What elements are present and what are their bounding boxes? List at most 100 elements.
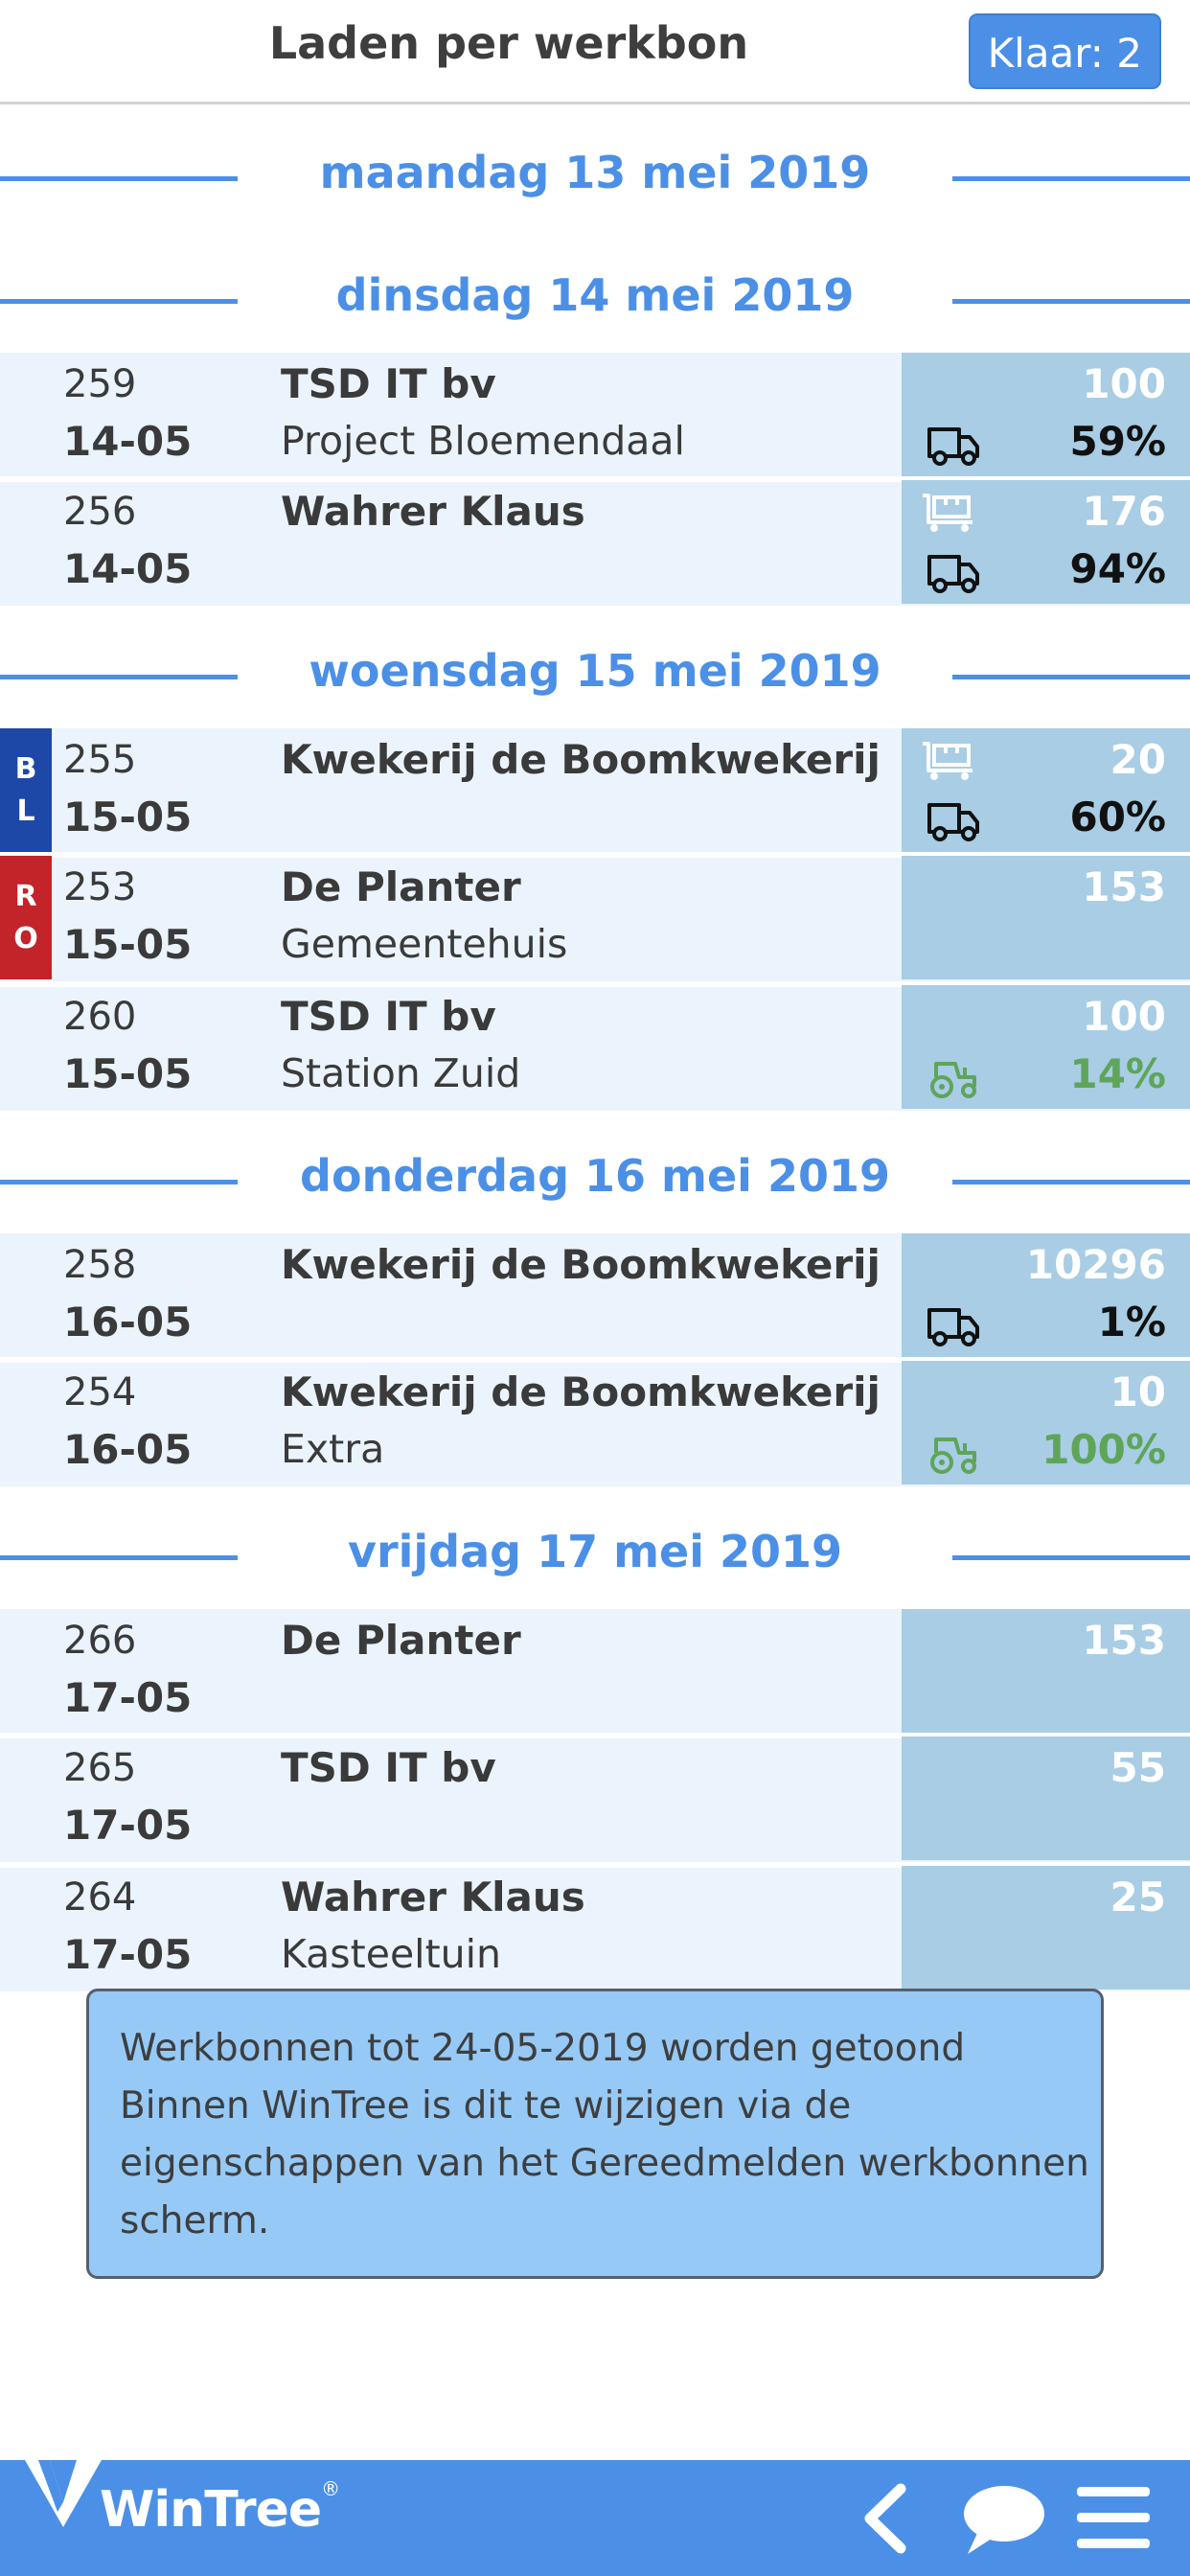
order-date: 17-05 [63,1931,193,1978]
project-name: Kasteeltuin [281,1931,502,1977]
order-number: 259 [63,362,137,406]
load-status-panel: 55 [902,1736,1190,1860]
order-number: 254 [63,1370,137,1414]
order-date: 14-05 [63,545,193,592]
order-row[interactable]: 264 17-05 Wahrer Klaus Kasteeltuin 25 [0,1862,1190,1991]
order-row-inner: 266 17-05 De Planter 153 [0,1609,1190,1733]
quantity: 10 [1110,1368,1166,1415]
order-row-inner: B L 255 15-05 Kwekerij de Boomkwekerij 20 60% [0,728,1190,852]
load-status-panel: 100 14% [902,985,1190,1109]
tag-letter: L [16,794,35,828]
info-line: Werkbonnen tot 24-05-2019 worden getoond [120,2027,966,2070]
load-status-panel: 100 59% [902,353,1190,476]
order-date: 17-05 [63,1674,193,1721]
order-number: 260 [63,995,137,1039]
day-label: woensdag 15 mei 2019 [309,645,881,697]
order-row-inner: 260 15-05 TSD IT bv Station Zuid 100 14% [0,985,1190,1109]
order-row[interactable]: B L 255 15-05 Kwekerij de Boomkwekerij 20 60% [0,728,1190,852]
bottom-bar: WinTree® [0,2460,1190,2576]
quantity: 176 [1082,488,1166,535]
order-date: 17-05 [63,1802,193,1849]
order-number: 258 [63,1243,137,1287]
load-percentage: 94% [1069,545,1166,592]
order-row[interactable]: 258 16-05 Kwekerij de Boomkwekerij 10296 1% [0,1233,1190,1357]
order-number: 255 [63,738,137,782]
quantity: 100 [1082,360,1166,407]
page-title: Laden per werkbon [268,17,749,69]
quantity: 20 [1110,736,1166,783]
truck-icon [927,799,980,841]
order-date: 16-05 [63,1426,193,1473]
quantity: 153 [1082,863,1166,910]
order-row-inner: 265 17-05 TSD IT bv 55 [0,1736,1190,1860]
order-row[interactable]: 254 16-05 Kwekerij de Boomkwekerij Extra 10 1… [0,1357,1190,1486]
truck-icon [927,424,980,466]
cart-icon [921,740,974,782]
wintree-logo-icon [25,2460,102,2527]
order-number: 265 [63,1746,137,1790]
load-status-panel: 25 [902,1866,1190,1990]
day-header: vrijdag 17 mei 2019 [0,1486,1190,1609]
order-row[interactable]: 259 14-05 TSD IT bv Project Bloemendaal 100 5… [0,353,1190,476]
quantity: 100 [1082,993,1166,1040]
client-name: Wahrer Klaus [281,1874,585,1920]
client-name: Wahrer Klaus [281,488,585,535]
day-label: donderdag 16 mei 2019 [300,1150,890,1202]
order-row-inner: 258 16-05 Kwekerij de Boomkwekerij 10296 1% [0,1233,1190,1357]
order-row-inner: 256 14-05 Wahrer Klaus 176 94% [0,480,1190,604]
registered-mark: ® [321,2477,340,2500]
menu-icon[interactable] [1075,2483,1152,2552]
order-row[interactable]: 260 15-05 TSD IT bv Station Zuid 100 14% [0,981,1190,1111]
order-number: 266 [63,1619,137,1663]
order-number: 256 [63,490,137,534]
order-row-inner: 254 16-05 Kwekerij de Boomkwekerij Extra 10 1… [0,1361,1190,1484]
order-row[interactable]: R O 253 15-05 De Planter Gemeentehuis 153 [0,852,1190,981]
day-label: vrijdag 17 mei 2019 [347,1526,843,1577]
top-bar: Laden per werkbon Klaar: 2 [0,0,1190,104]
order-status-tag: RO [0,856,52,979]
load-status-panel: 20 60% [902,728,1190,852]
order-date: 16-05 [63,1299,193,1346]
project-name: Station Zuid [281,1050,521,1096]
day-header: donderdag 16 mei 2019 [0,1111,1190,1233]
project-name: Project Bloemendaal [281,418,685,464]
chat-icon[interactable] [958,2483,1046,2556]
client-name: De Planter [281,1617,521,1664]
order-row[interactable]: 265 17-05 TSD IT bv 55 [0,1733,1190,1862]
order-list: maandag 13 mei 2019 dinsdag 14 mei 2019 25… [0,107,1190,1991]
truck-icon [927,551,980,593]
tag-letter: O [13,921,38,955]
order-date: 14-05 [63,418,193,465]
order-row-inner: 264 17-05 Wahrer Klaus Kasteeltuin 25 [0,1866,1190,1990]
info-message: Werkbonnen tot 24-05-2019 worden getoond… [86,1989,1104,2279]
client-name: TSD IT bv [281,360,496,407]
info-line: scherm. [120,2199,270,2242]
order-date: 15-05 [63,794,193,840]
day-header: maandag 13 mei 2019 [0,107,1190,230]
day-label: maandag 13 mei 2019 [319,147,871,198]
load-percentage: 14% [1069,1050,1166,1097]
load-percentage: 100% [1041,1426,1166,1473]
order-status-tag: BL [0,728,52,852]
client-name: Kwekerij de Boomkwekerij [281,736,881,783]
client-name: TSD IT bv [281,993,496,1040]
cart-icon [921,492,974,534]
day-header: dinsdag 14 mei 2019 [0,230,1190,353]
order-row[interactable]: 256 14-05 Wahrer Klaus 176 94% [0,476,1190,606]
load-percentage: 59% [1069,418,1166,465]
day-label: dinsdag 14 mei 2019 [335,269,855,321]
tractor-icon [927,1432,980,1474]
order-row[interactable]: 266 17-05 De Planter 153 [0,1609,1190,1733]
order-row-inner: 259 14-05 TSD IT bv Project Bloemendaal 100 5… [0,353,1190,476]
logo-name: WinTree [100,2481,322,2539]
project-name: Gemeentehuis [281,921,568,967]
order-number: 264 [63,1875,137,1920]
order-number: 253 [63,865,137,909]
client-name: Kwekerij de Boomkwekerij [281,1241,881,1288]
ready-count-button[interactable]: Klaar: 2 [968,13,1161,89]
load-status-panel: 153 [902,1609,1190,1733]
back-icon[interactable] [860,2483,908,2554]
client-name: Kwekerij de Boomkwekerij [281,1368,881,1415]
load-status-panel: 10 100% [902,1361,1190,1484]
client-name: De Planter [281,863,521,910]
